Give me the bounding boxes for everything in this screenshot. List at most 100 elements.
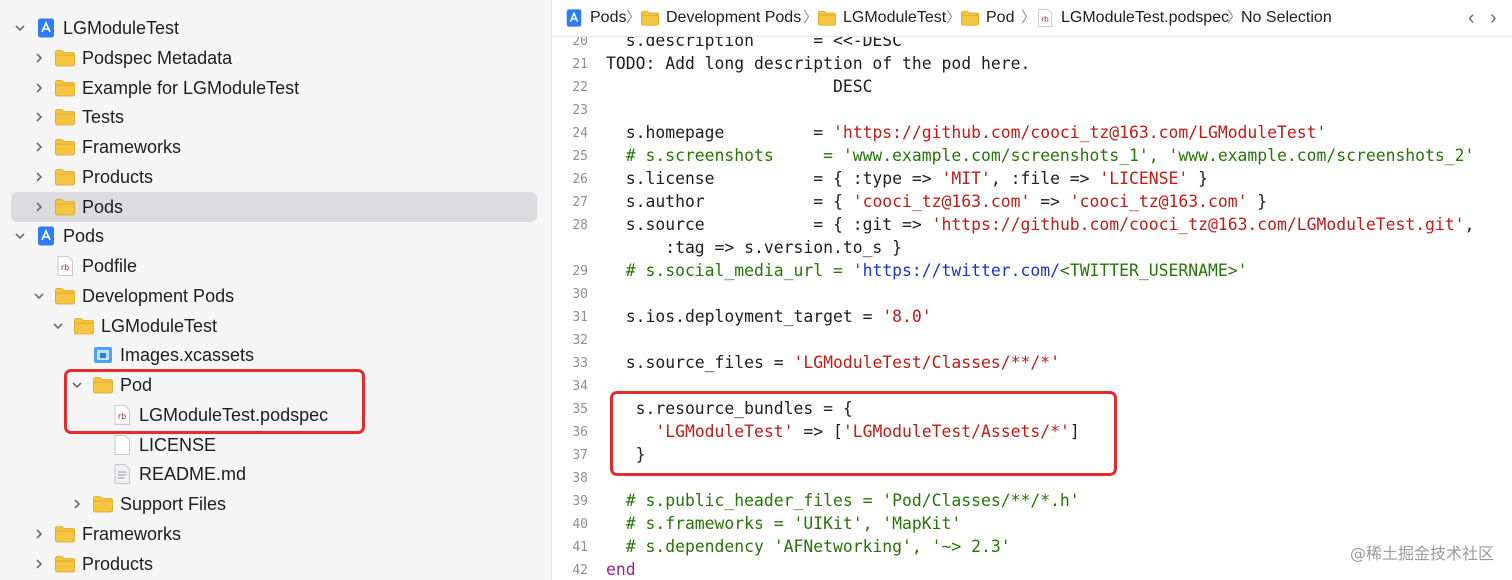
navigator-row[interactable]: LGModuleTest xyxy=(11,311,537,341)
jump-bar-label: Development Pods xyxy=(666,9,802,26)
line-number: 26 xyxy=(572,172,588,187)
line-number: 29 xyxy=(572,264,588,279)
text-document-icon xyxy=(111,463,133,485)
code-token: , :file => xyxy=(990,169,1100,188)
jump-bar-item[interactable]: Pod xyxy=(960,0,1014,36)
navigator-row[interactable]: Example for LGModuleTest xyxy=(11,73,537,103)
navigator-row[interactable]: LICENSE xyxy=(11,430,537,460)
code-token: } xyxy=(1188,169,1208,188)
chevron-right-icon[interactable] xyxy=(32,73,46,103)
chevron-separator-icon: 〉 xyxy=(803,9,819,26)
code-line[interactable]: s.homepage = 'https://github.com/cooci_t… xyxy=(606,123,1327,142)
chevron-separator-icon: 〉 xyxy=(626,9,642,26)
svg-text:rb: rb xyxy=(1041,15,1049,24)
code-line[interactable]: # s.dependency 'AFNetworking', '~> 2.3' xyxy=(606,537,1011,556)
navigator-row[interactable]: Frameworks xyxy=(11,519,537,549)
code-token: s.source_files = xyxy=(606,353,794,372)
navigator-row[interactable]: rb Podfile xyxy=(11,251,537,281)
code-line[interactable]: # s.screenshots = 'www.example.com/scree… xyxy=(606,146,1475,165)
navigator-row[interactable]: Podspec Metadata xyxy=(11,43,537,73)
line-number: 41 xyxy=(572,540,588,555)
code-token: 'LGModuleTest/Classes/**/*' xyxy=(793,353,1060,372)
line-number: 37 xyxy=(572,448,588,463)
code-line[interactable]: s.description = <<-DESC xyxy=(606,37,902,50)
navigator-row[interactable]: Products xyxy=(11,549,537,579)
navigator-row-label: README.md xyxy=(139,464,247,485)
chevron-left-icon[interactable]: ‹ xyxy=(1468,0,1475,36)
chevron-down-icon[interactable] xyxy=(51,311,65,341)
code-token: DESC xyxy=(606,77,873,96)
code-line[interactable]: # s.public_header_files = 'Pod/Classes/*… xyxy=(606,491,1080,510)
code-line[interactable]: :tag => s.version.to_s } xyxy=(606,238,902,257)
source-editor[interactable]: 20 s.description = <<-DESC 21 TODO: Add lo… xyxy=(552,37,1512,580)
code-line[interactable]: s.ios.deployment_target = '8.0' xyxy=(606,307,932,326)
folder-icon xyxy=(54,523,76,545)
chevron-right-icon[interactable] xyxy=(32,162,46,192)
chevron-right-icon[interactable] xyxy=(32,519,46,549)
chevron-right-icon[interactable] xyxy=(70,489,84,519)
project-icon xyxy=(35,17,57,39)
navigator-row-label: Frameworks xyxy=(82,523,182,544)
navigator-row[interactable]: LGModuleTest xyxy=(11,13,537,43)
code-token: :tag => s.version.to_s } xyxy=(606,238,903,257)
jump-bar-label: Pods xyxy=(590,9,627,26)
jump-bar-label: LGModuleTest.podspec xyxy=(1061,9,1230,26)
code-line[interactable]: # s.frameworks = 'UIKit', 'MapKit' xyxy=(606,514,962,533)
code-token: , xyxy=(1464,215,1475,234)
code-line[interactable]: TODO: Add long description of the pod he… xyxy=(606,54,1030,73)
ruby-file-icon: rb xyxy=(1035,8,1055,28)
chevron-separator-icon: 〉 xyxy=(946,9,962,26)
highlight-box-resource-bundles xyxy=(610,391,1117,476)
code-token: s.homepage = xyxy=(606,123,833,142)
line-number: 27 xyxy=(572,195,588,210)
code-token: => xyxy=(1030,192,1070,211)
chevron-right-icon[interactable] xyxy=(32,549,46,579)
chevron-right-icon[interactable] xyxy=(32,102,46,132)
chevron-right-icon[interactable]: › xyxy=(1490,0,1497,36)
code-token: 'cooci_tz@163.com' xyxy=(852,192,1031,211)
folder-icon xyxy=(817,8,837,28)
folder-icon xyxy=(640,8,660,28)
line-number: 40 xyxy=(572,517,588,532)
navigator-row[interactable]: Support Files xyxy=(11,489,537,519)
navigator-row-label: Images.xcassets xyxy=(120,345,255,366)
highlight-box-pod-folder xyxy=(64,369,365,434)
code-line[interactable]: s.source = { :git => 'https://github.com… xyxy=(606,215,1475,234)
jump-bar-navigation: ‹ › xyxy=(1468,0,1512,36)
folder-icon xyxy=(54,196,76,218)
navigator-row[interactable]: Products xyxy=(11,162,537,192)
code-token: '8.0' xyxy=(882,307,932,326)
chevron-down-icon[interactable] xyxy=(32,281,46,311)
code-token: TODO: Add long description of the pod he… xyxy=(606,54,1031,73)
navigator-row[interactable]: Pods xyxy=(11,221,537,251)
navigator-row[interactable]: README.md xyxy=(11,459,537,489)
line-number: 36 xyxy=(572,425,588,440)
code-line[interactable]: s.author = { 'cooci_tz@163.com' => 'cooc… xyxy=(606,192,1267,211)
jump-bar-item[interactable]: No Selection xyxy=(1241,0,1332,36)
code-token: s.author = { xyxy=(606,192,853,211)
code-line[interactable]: s.source_files = 'LGModuleTest/Classes/*… xyxy=(606,353,1060,372)
code-line[interactable]: DESC xyxy=(606,77,872,96)
navigator-row[interactable]: Tests xyxy=(11,102,537,132)
navigator-row[interactable]: Frameworks xyxy=(11,132,537,162)
navigator-row[interactable]: Development Pods xyxy=(11,281,537,311)
chevron-right-icon[interactable] xyxy=(32,192,46,222)
jump-bar-item[interactable]: Development Pods xyxy=(640,0,801,36)
chevron-down-icon[interactable] xyxy=(13,13,27,43)
watermark: @稀土掘金技术社区 xyxy=(1349,544,1494,563)
jump-bar-item[interactable]: Pods xyxy=(564,0,626,36)
code-line[interactable]: end xyxy=(606,560,636,579)
code-line[interactable]: s.license = { :type => 'MIT', :file => '… xyxy=(606,169,1208,188)
navigator-row[interactable]: Images.xcassets xyxy=(11,340,537,370)
line-number: 30 xyxy=(572,287,588,302)
navigator-row-label: LICENSE xyxy=(139,434,217,455)
jump-bar-item[interactable]: rb LGModuleTest.podspec xyxy=(1035,0,1229,36)
navigator-row-label: Podspec Metadata xyxy=(82,47,233,68)
chevron-right-icon[interactable] xyxy=(32,132,46,162)
code-line[interactable]: # s.social_media_url = 'https://twitter.… xyxy=(606,261,1248,280)
jump-bar-item[interactable]: LGModuleTest xyxy=(817,0,946,36)
chevron-down-icon[interactable] xyxy=(13,221,27,251)
navigator-row[interactable]: Pods xyxy=(11,191,537,222)
chevron-right-icon[interactable] xyxy=(32,43,46,73)
navigator-row-label: LGModuleTest xyxy=(101,315,218,336)
